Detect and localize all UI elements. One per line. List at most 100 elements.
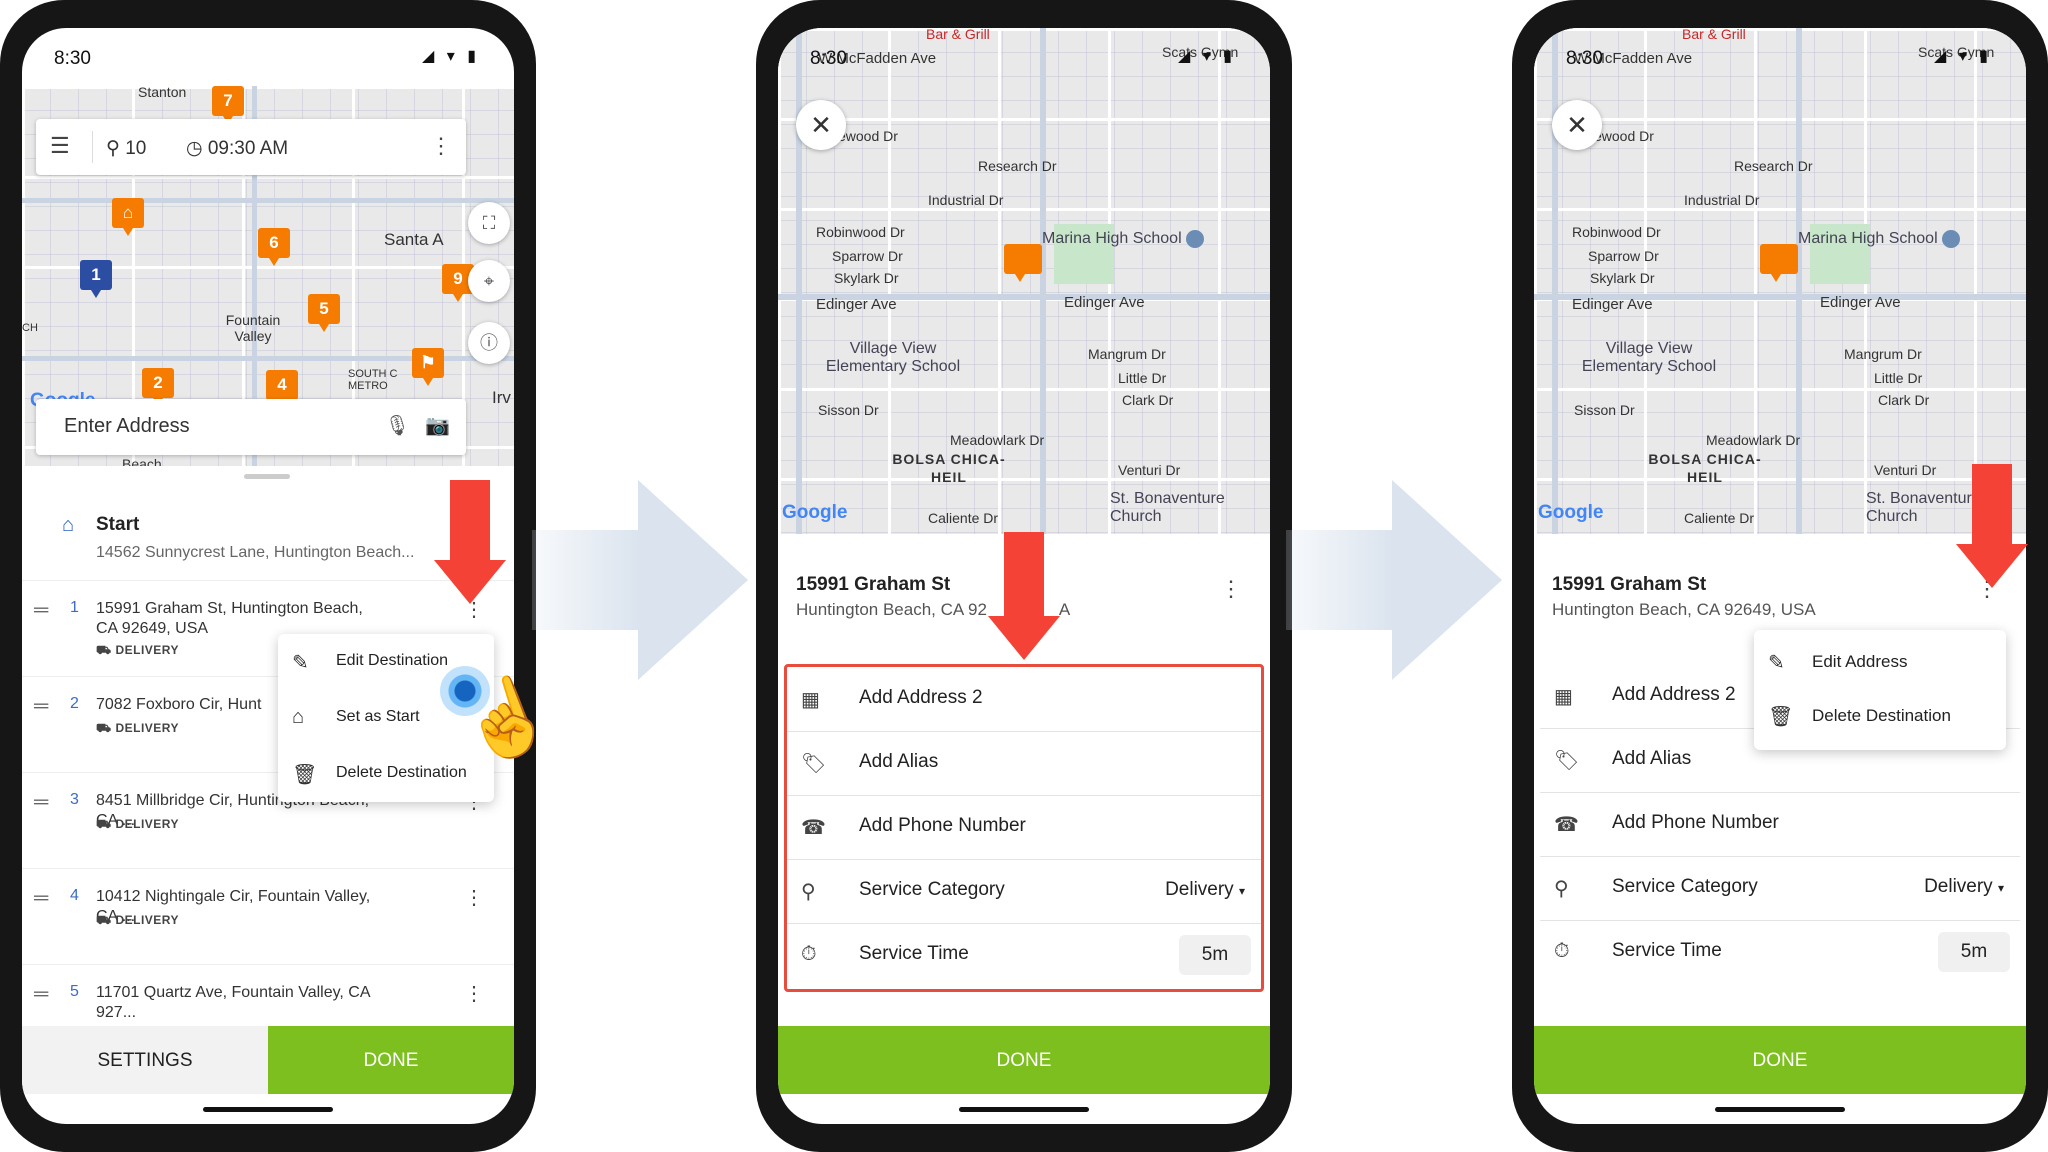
poi-school: Marina High School [1042, 230, 1204, 248]
drag-handle-icon[interactable]: ═ [34, 695, 48, 718]
add-phone-number-row[interactable]: ☎ Add Phone Number [787, 795, 1261, 860]
microphone-icon[interactable]: 🎙 [385, 413, 410, 438]
home-indicator [959, 1107, 1089, 1112]
timer-icon: ⏱ [1554, 940, 1570, 962]
more-icon[interactable]: ⋮ [430, 133, 452, 159]
drag-handle-icon[interactable]: ═ [34, 599, 48, 622]
status-time: 8:30 [810, 48, 847, 69]
service-time-input[interactable]: 5m [1179, 935, 1251, 975]
map-label: Beach [122, 456, 162, 466]
bottom-action-bar: DONE [1534, 1026, 2026, 1124]
more-icon[interactable]: ⋮ [464, 981, 484, 1006]
stop-tag: ⛟ DELIVERY [96, 643, 180, 657]
stop-tag: ⛟ DELIVERY [96, 913, 180, 927]
destination-fields: ▦ Add Address 2 🏷 Add Alias ☎ Add Phone … [784, 664, 1264, 992]
home-pin[interactable]: ⌂ [112, 198, 144, 236]
destination-map[interactable]: W McFadden Ave Research Dr Industrial Dr… [778, 28, 1270, 534]
map-pin[interactable]: 7 [212, 86, 244, 124]
poi-school: Village View Elementary School [825, 340, 961, 375]
route-toolbar: ☰ ⚲ 10 ◷ 09:30 AM ⋮ [36, 119, 466, 175]
service-time-input[interactable]: 5m [1938, 932, 2010, 972]
map-pin[interactable]: 2 [142, 368, 174, 406]
timer-icon: ⏱ [801, 943, 817, 965]
poi-school: Marina High School [1798, 230, 1960, 248]
destination-context-menu: ✎ Edit Address 🗑 Delete Destination [1754, 630, 2006, 750]
tag-icon: 🏷 [1554, 750, 1580, 772]
service-category-row[interactable]: ⚲ Service Category Delivery ▾ [1540, 856, 2020, 921]
done-button[interactable]: DONE [778, 1026, 1270, 1094]
route-map[interactable]: Stanton Santa A Fountain Valley SOUTH C … [22, 86, 514, 466]
map-pin[interactable]: 6 [258, 228, 290, 266]
home-indicator [203, 1107, 333, 1112]
close-icon[interactable]: ✕ [1552, 100, 1602, 150]
drag-handle-icon[interactable]: ═ [34, 983, 48, 1006]
red-arrow-indicator [1956, 464, 2028, 588]
status-time: 8:30 [54, 48, 91, 69]
home-indicator [1715, 1107, 1845, 1112]
more-icon[interactable]: ⋮ [1220, 576, 1242, 602]
flag-icon: ⚑ [420, 353, 436, 372]
info-icon[interactable]: ⓘ [468, 322, 510, 364]
map-pin[interactable]: 1 [80, 260, 112, 298]
start-time[interactable]: ◷ 09:30 AM [186, 137, 288, 160]
destination-pin[interactable] [1004, 244, 1042, 282]
service-category-select[interactable]: Delivery ▾ [1165, 879, 1245, 901]
drag-handle-icon[interactable]: ═ [34, 791, 48, 814]
pencil-icon: ✎ [292, 652, 309, 674]
add-alias-row[interactable]: 🏷 Add Alias [787, 731, 1261, 796]
destination-title: 15991 Graham St [796, 574, 951, 595]
search-input[interactable]: Enter Address [64, 415, 190, 438]
map-label: Irv [492, 388, 511, 407]
bottom-action-bar: DONE [778, 1026, 1270, 1124]
start-address: 14562 Sunnycrest Lane, Huntington Beach.… [96, 544, 415, 561]
map-label: Fountain Valley [225, 312, 281, 344]
home-icon: ⌂ [62, 514, 75, 536]
stop-tag: ⛟ DELIVERY [96, 721, 180, 735]
trash-icon: 🗑 [292, 764, 318, 786]
fullscreen-icon[interactable]: ⛶ [468, 202, 510, 244]
destination-pin[interactable] [1760, 244, 1798, 282]
pencil-icon: ✎ [1768, 652, 1785, 674]
settings-button[interactable]: SETTINGS [22, 1026, 268, 1094]
map-pin[interactable]: 4 [266, 370, 298, 408]
drag-handle-icon[interactable]: ═ [34, 887, 48, 910]
location-pin-icon: ⚲ [1554, 878, 1569, 900]
school-icon [1185, 230, 1204, 248]
menu-item-delete-destination[interactable]: 🗑 Delete Destination [1754, 688, 2006, 744]
finish-pin[interactable]: ⚑ [412, 348, 444, 386]
status-bar: 8:30 ◢ ▾ ▮ [778, 28, 1270, 88]
done-button[interactable]: DONE [1534, 1026, 2026, 1094]
stop-address: 11701 Quartz Ave, Fountain Valley, CA 92… [96, 984, 370, 1021]
service-time-row[interactable]: ⏱ Service Time 5m [1540, 920, 2020, 984]
more-icon[interactable]: ⋮ [464, 885, 484, 910]
done-button[interactable]: DONE [268, 1026, 514, 1094]
home-icon: ⌂ [292, 706, 305, 728]
sheet-handle[interactable] [244, 474, 290, 479]
service-time-row[interactable]: ⏱ Service Time 5m [787, 923, 1261, 987]
location-pin-icon: ⚲ [801, 881, 816, 903]
list-item[interactable]: ═ 4 10412 Nightingale Cir, Fountain Vall… [22, 868, 514, 965]
menu-item-edit-address[interactable]: ✎ Edit Address [1754, 634, 2006, 690]
destination-map[interactable]: W McFadden Ave Research Dr Industrial Dr… [1534, 28, 2026, 534]
poi-school: Village View Elementary School [1581, 340, 1717, 375]
trash-icon: 🗑 [1768, 706, 1794, 728]
stop-number: 2 [70, 695, 79, 712]
caret-down-icon: ▾ [1997, 881, 2004, 895]
red-arrow-indicator [434, 480, 506, 604]
stop-tag: ⛟ DELIVERY [96, 817, 180, 831]
building-icon: ▦ [801, 689, 820, 711]
service-category-select[interactable]: Delivery ▾ [1924, 876, 2004, 898]
start-title: Start [96, 514, 140, 535]
close-icon[interactable]: ✕ [796, 100, 846, 150]
camera-icon[interactable]: 📷 [425, 413, 450, 438]
add-phone-number-row[interactable]: ☎ Add Phone Number [1540, 792, 2020, 857]
service-category-row[interactable]: ⚲ Service Category Delivery ▾ [787, 859, 1261, 924]
stop-address: 15991 Graham St, Huntington Beach, CA 92… [96, 600, 363, 637]
menu-icon[interactable]: ☰ [50, 133, 70, 159]
menu-item-delete-destination[interactable]: 🗑 Delete Destination [278, 746, 494, 802]
status-icons: ◢ ▾ ▮ [421, 48, 480, 65]
address-search[interactable]: Enter Address 🎙 📷 [36, 399, 466, 455]
add-address-2-row[interactable]: ▦ Add Address 2 [787, 667, 1261, 732]
locate-icon[interactable]: ⌖ [468, 260, 510, 302]
map-pin[interactable]: 5 [308, 294, 340, 332]
